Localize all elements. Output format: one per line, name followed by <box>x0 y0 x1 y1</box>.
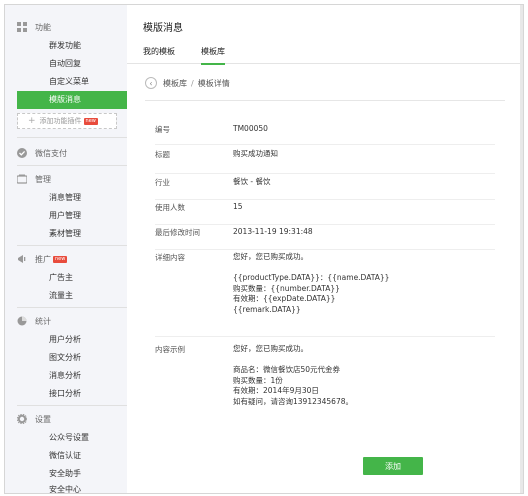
add-plugin-button[interactable]: + 添加功能插件 new <box>17 113 117 129</box>
field-label: 使用人数 <box>155 203 185 212</box>
sidebar-item-advertiser[interactable]: 广告主 <box>5 269 127 287</box>
tab-my-templates[interactable]: 我的模板 <box>143 43 175 63</box>
sidebar-group-settings: 设置 <box>17 411 51 427</box>
field-value: TM00050 <box>233 124 268 133</box>
field-label: 编号 <box>155 125 170 134</box>
breadcrumb: ‹ 模板库 / 模板详情 <box>145 75 230 91</box>
sidebar-item-custom-menu[interactable]: 自定义菜单 <box>5 73 127 91</box>
sidebar-group-label: 推广 <box>35 254 51 264</box>
divider <box>145 100 505 101</box>
plus-icon: + <box>28 116 36 126</box>
sidebar-group-functions: 功能 <box>17 19 51 35</box>
sidebar-group-stats: 统计 <box>17 313 51 329</box>
field-row-title: 标题 购买成功通知 <box>155 149 495 174</box>
field-row-detail-content: 详细内容 您好，您已购买成功。 {{productType.DATA}}：{{n… <box>155 252 495 337</box>
sidebar-item-user-manage[interactable]: 用户管理 <box>5 207 127 225</box>
sidebar-item-auto-reply[interactable]: 自动回复 <box>5 55 127 73</box>
sidebar-item-wechat-verify[interactable]: 微信认证 <box>5 447 127 465</box>
divider <box>17 307 127 308</box>
sidebar-item-article-analysis[interactable]: 图文分析 <box>5 349 127 367</box>
field-label: 行业 <box>155 178 170 187</box>
sidebar-item-account-settings[interactable]: 公众号设置 <box>5 429 127 447</box>
sidebar-item-template-message[interactable]: 模版消息 <box>17 91 127 109</box>
sidebar-group-pay[interactable]: 微信支付 <box>17 145 67 161</box>
field-row-content-example: 内容示例 您好，您已购买成功。 商品名：微信餐饮店50元代金券 购买数量：1份 … <box>155 344 495 428</box>
sidebar-item-api-analysis[interactable]: 接口分析 <box>5 385 127 403</box>
field-value: 您好，您已购买成功。 {{productType.DATA}}：{{name.D… <box>233 252 390 314</box>
sidebar-item-message-manage[interactable]: 消息管理 <box>5 189 127 207</box>
tab-template-library[interactable]: 模板库 <box>201 43 225 65</box>
divider <box>17 405 127 406</box>
sidebar-group-label: 设置 <box>35 414 51 424</box>
add-plugin-label: 添加功能插件 <box>39 117 82 125</box>
new-badge: new <box>53 255 68 263</box>
field-label: 标题 <box>155 150 170 159</box>
divider <box>17 245 127 246</box>
sidebar-group-label: 功能 <box>35 22 51 32</box>
field-row-industry: 行业 餐饮 - 餐饮 <box>155 177 495 200</box>
sidebar-item-publisher[interactable]: 流量主 <box>5 287 127 305</box>
gear-icon <box>17 414 27 424</box>
grid-icon <box>17 22 27 32</box>
add-template-button[interactable]: 添加 <box>363 457 423 475</box>
divider <box>17 137 127 138</box>
field-label: 详细内容 <box>155 253 185 262</box>
sidebar-group-label: 微信支付 <box>35 148 67 158</box>
field-row-number: 编号 TM00050 <box>155 124 495 145</box>
pay-check-icon <box>17 148 27 158</box>
tab-bar: 我的模板 模板库 <box>127 43 523 65</box>
new-badge: new <box>83 117 98 125</box>
sidebar-group-manage: 管理 <box>17 171 51 187</box>
field-value: 2013-11-19 19:31:48 <box>233 227 313 236</box>
breadcrumb-parent[interactable]: 模板库 <box>163 78 187 89</box>
megaphone-icon <box>18 255 26 263</box>
field-row-last-modified: 最后修改时间 2013-11-19 19:31:48 <box>155 227 495 250</box>
back-icon[interactable]: ‹ <box>145 77 157 89</box>
pie-chart-icon <box>17 316 27 326</box>
window-frame: 功能 群发功能 自动回复 自定义菜单 模版消息 + 添加功能插件 new 微信支… <box>4 4 524 494</box>
sidebar-item-mass-send[interactable]: 群发功能 <box>5 37 127 55</box>
main-panel: 模版消息 我的模板 模板库 ‹ 模板库 / 模板详情 编号 TM00050 标题… <box>127 5 523 493</box>
breadcrumb-separator: / <box>191 78 194 88</box>
scrollbar[interactable] <box>520 5 523 493</box>
sidebar-item-user-analysis[interactable]: 用户分析 <box>5 331 127 349</box>
sidebar-item-message-analysis[interactable]: 消息分析 <box>5 367 127 385</box>
field-value: 购买成功通知 <box>233 149 278 158</box>
field-value: 15 <box>233 202 243 211</box>
divider <box>17 165 127 166</box>
field-value: 餐饮 - 餐饮 <box>233 177 271 186</box>
field-row-usage-count: 使用人数 15 <box>155 202 495 225</box>
page-title: 模版消息 <box>143 23 183 34</box>
sidebar: 功能 群发功能 自动回复 自定义菜单 模版消息 + 添加功能插件 new 微信支… <box>5 5 128 493</box>
sidebar-group-label: 统计 <box>35 316 51 326</box>
sidebar-group-label: 管理 <box>35 174 51 184</box>
breadcrumb-current: 模板详情 <box>197 78 230 88</box>
field-value: 您好，您已购买成功。 商品名：微信餐饮店50元代金券 购买数量：1份 有效期：2… <box>233 344 353 406</box>
sidebar-group-promote: 推广 new <box>17 251 68 267</box>
folder-icon <box>17 174 27 184</box>
sidebar-item-security-center[interactable]: 安全中心 <box>5 481 127 493</box>
sidebar-item-material-manage[interactable]: 素材管理 <box>5 225 127 243</box>
field-label: 最后修改时间 <box>155 228 200 237</box>
field-label: 内容示例 <box>155 345 185 354</box>
